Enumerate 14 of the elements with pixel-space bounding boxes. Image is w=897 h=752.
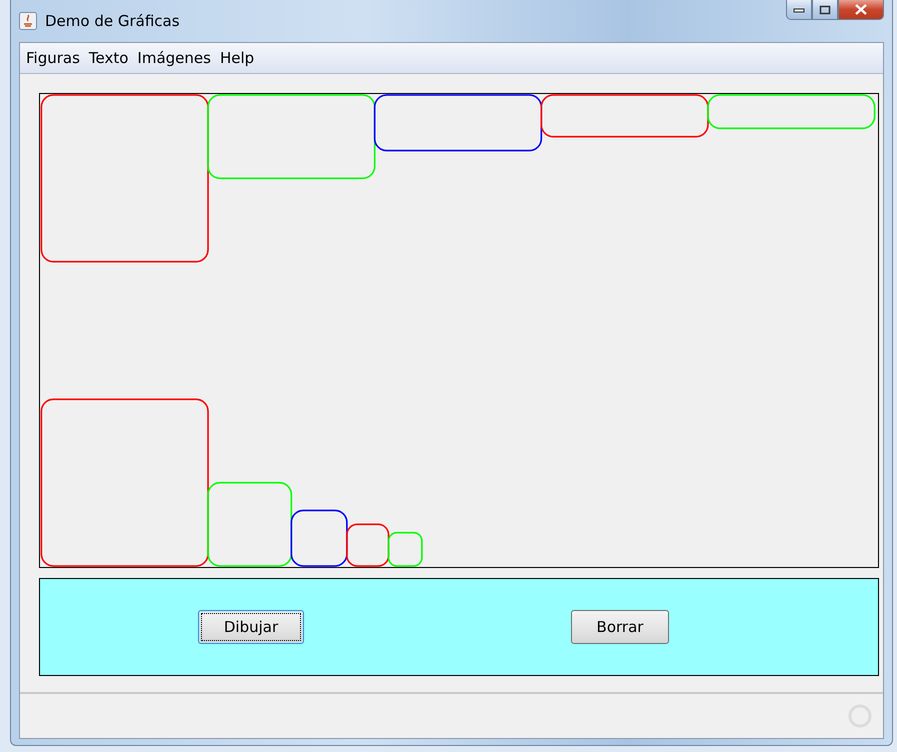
menu-item[interactable]: Texto xyxy=(84,49,134,67)
maximize-button[interactable] xyxy=(812,0,838,20)
push-button[interactable]: Borrar xyxy=(571,610,669,644)
close-button[interactable] xyxy=(838,0,884,20)
minimize-button[interactable] xyxy=(786,0,812,20)
menu-item[interactable]: Imágenes xyxy=(133,49,216,67)
push-button[interactable]: Dibujar xyxy=(198,610,304,644)
menu-item[interactable]: Figuras xyxy=(22,49,85,67)
minimize-icon xyxy=(793,6,805,12)
window-title: Demo de Gráficas xyxy=(45,12,180,30)
menu-item[interactable]: Help xyxy=(216,49,260,67)
app-icon xyxy=(19,12,37,30)
maximize-icon xyxy=(819,4,831,14)
close-icon xyxy=(854,4,868,15)
